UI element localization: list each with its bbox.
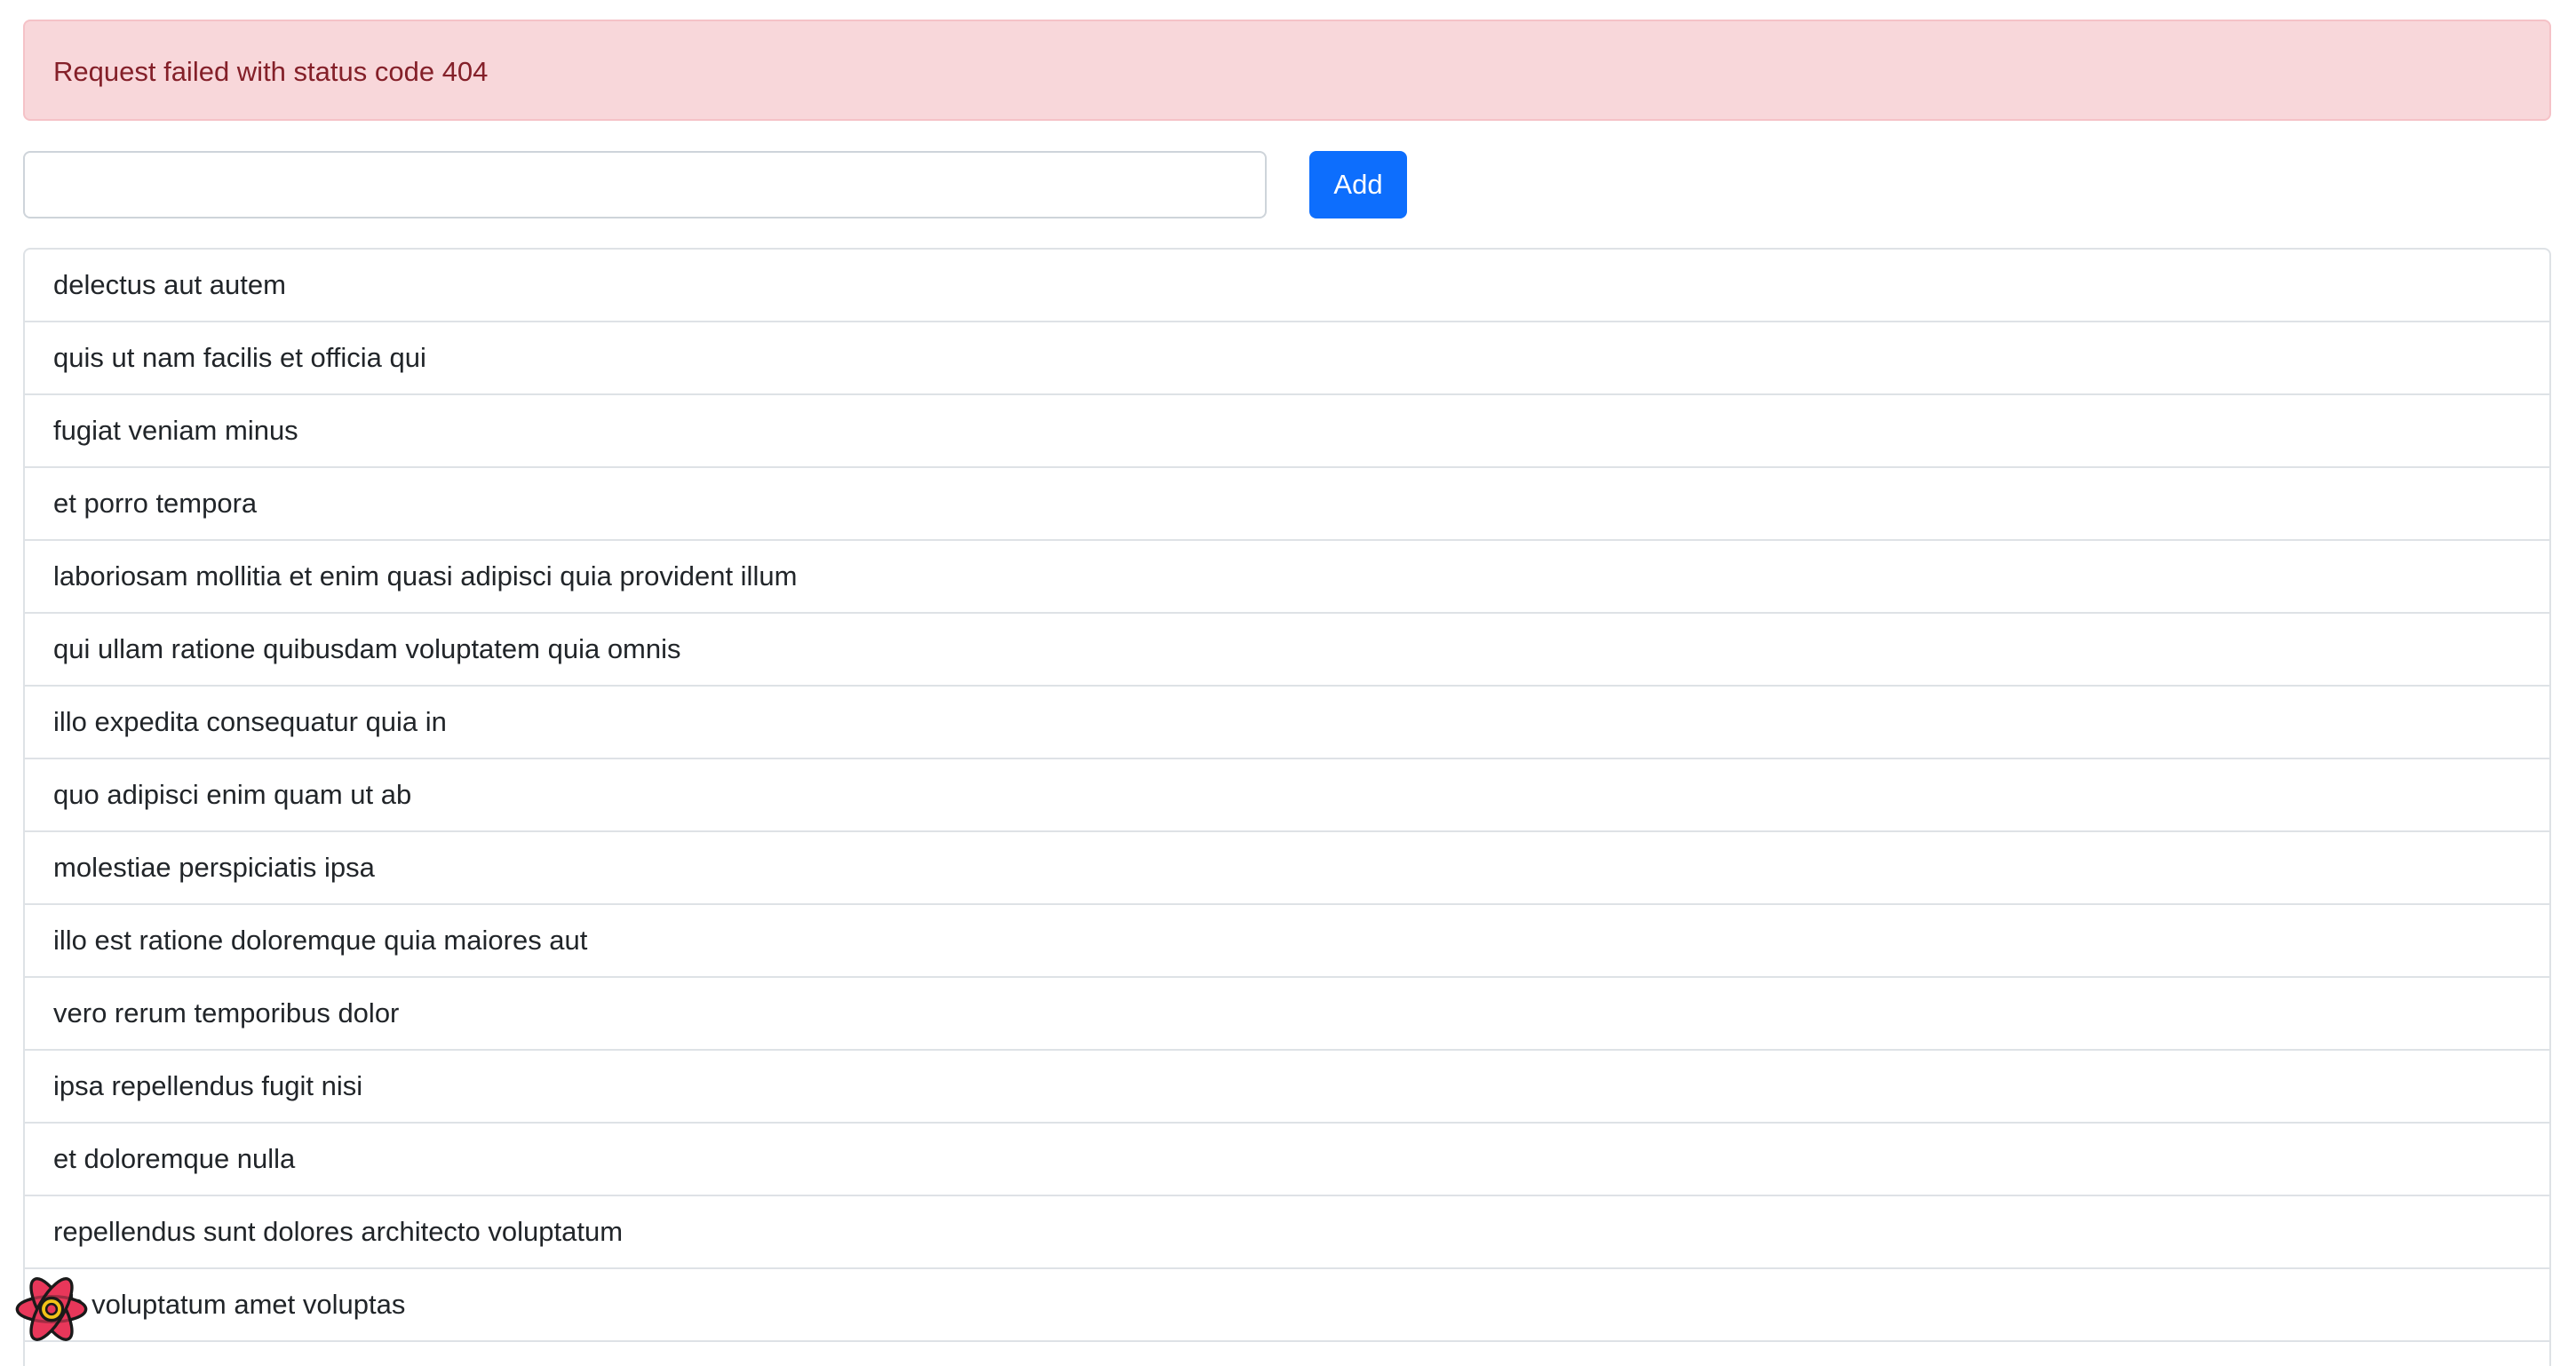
list-item: qui ullam ratione quibusdam voluptatem q…: [25, 614, 2549, 687]
list-item: fugiat veniam minus: [25, 395, 2549, 468]
list-item: vero rerum temporibus dolor: [25, 978, 2549, 1051]
list-item: delectus aut autem: [25, 250, 2549, 322]
list-item: ipsa repellendus fugit nisi: [25, 1051, 2549, 1124]
add-button[interactable]: Add: [1309, 151, 1407, 218]
react-devtools-icon[interactable]: [14, 1272, 89, 1346]
list-item: repellendus sunt dolores architecto volu…: [25, 1196, 2549, 1269]
list-item: quis ut nam facilis et officia qui: [25, 322, 2549, 395]
list-item: illo expedita consequatur quia in: [25, 687, 2549, 759]
add-item-form: Add: [23, 151, 2551, 218]
list-item: et porro tempora: [25, 468, 2549, 541]
error-message: Request failed with status code 404: [53, 56, 489, 87]
list-item: illo est ratione doloremque quia maiores…: [25, 905, 2549, 978]
list-item: quo adipisci enim quam ut ab: [25, 759, 2549, 832]
todo-list: delectus aut autem quis ut nam facilis et…: [23, 248, 2551, 1366]
list-item: molestiae perspiciatis ipsa: [25, 832, 2549, 905]
todo-page: Request failed with status code 404 Add …: [0, 0, 2576, 1366]
new-item-input[interactable]: [23, 151, 1267, 218]
list-item: et doloremque nulla: [25, 1124, 2549, 1196]
error-alert: Request failed with status code 404: [23, 20, 2551, 121]
list-item: laboriosam mollitia et enim quasi adipis…: [25, 541, 2549, 614]
list-item: ab voluptatum amet voluptas: [25, 1269, 2549, 1342]
